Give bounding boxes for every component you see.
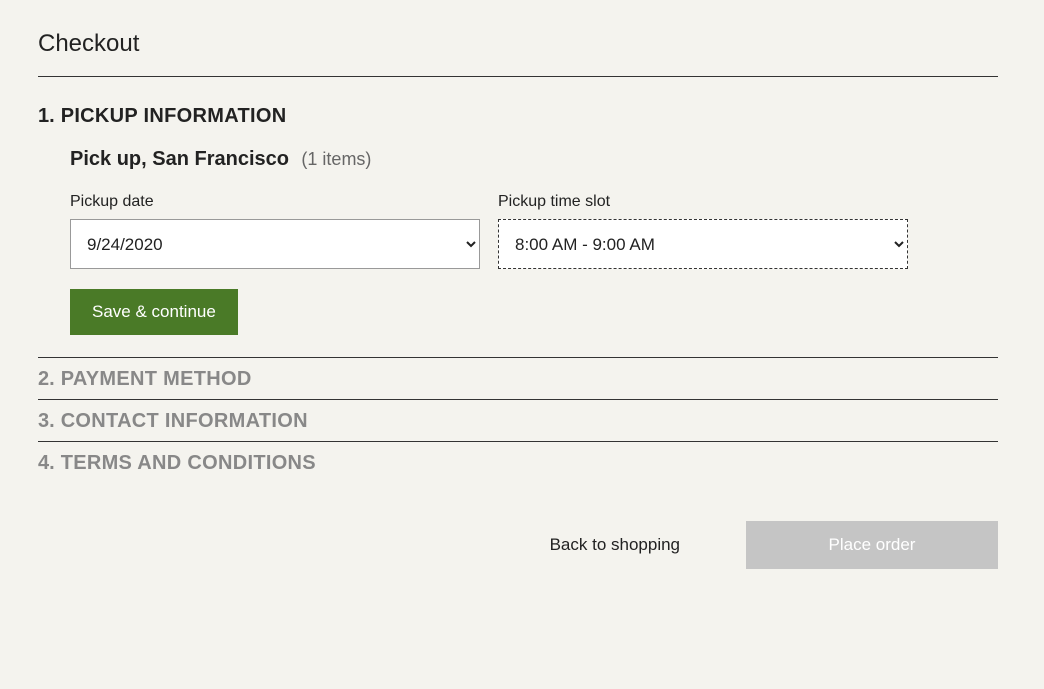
pickup-items-count: (1 items) <box>301 149 371 169</box>
pickup-slot-select[interactable]: 8:00 AM - 9:00 AM <box>498 219 908 269</box>
section-terms-title: TERMS AND CONDITIONS <box>61 452 316 475</box>
section-payment-header[interactable]: 2. PAYMENT METHOD <box>38 358 998 400</box>
section-payment-number: 2. <box>38 368 55 391</box>
section-terms: 4. TERMS AND CONDITIONS <box>38 442 998 483</box>
pickup-date-label: Pickup date <box>70 193 480 211</box>
section-pickup-header: 1. PICKUP INFORMATION <box>38 95 998 136</box>
pickup-location-label: Pick up, San Francisco <box>70 148 289 170</box>
section-pickup-title: PICKUP INFORMATION <box>61 105 287 128</box>
section-payment: 2. PAYMENT METHOD <box>38 358 998 400</box>
pickup-date-group: Pickup date 9/24/2020 <box>70 193 480 269</box>
checkout-container: Checkout 1. PICKUP INFORMATION Pick up, … <box>38 30 998 569</box>
section-contact-title: CONTACT INFORMATION <box>61 410 308 433</box>
pickup-slot-label: Pickup time slot <box>498 193 908 211</box>
footer-actions: Back to shopping Place order <box>38 521 998 569</box>
section-pickup-number: 1. <box>38 105 55 128</box>
pickup-location-row: Pick up, San Francisco (1 items) <box>70 148 998 171</box>
section-terms-number: 4. <box>38 452 55 475</box>
section-terms-header[interactable]: 4. TERMS AND CONDITIONS <box>38 442 998 483</box>
page-title: Checkout <box>38 30 998 77</box>
section-pickup: 1. PICKUP INFORMATION Pick up, San Franc… <box>38 95 998 358</box>
place-order-button[interactable]: Place order <box>746 521 998 569</box>
section-contact-number: 3. <box>38 410 55 433</box>
section-contact: 3. CONTACT INFORMATION <box>38 400 998 442</box>
pickup-form-row: Pickup date 9/24/2020 Pickup time slot 8… <box>70 193 998 269</box>
back-to-shopping-link[interactable]: Back to shopping <box>550 535 680 555</box>
save-continue-button[interactable]: Save & continue <box>70 289 238 335</box>
pickup-date-select[interactable]: 9/24/2020 <box>70 219 480 269</box>
section-payment-title: PAYMENT METHOD <box>61 368 252 391</box>
pickup-slot-group: Pickup time slot 8:00 AM - 9:00 AM <box>498 193 908 269</box>
section-contact-header[interactable]: 3. CONTACT INFORMATION <box>38 400 998 442</box>
section-pickup-body: Pick up, San Francisco (1 items) Pickup … <box>38 148 998 358</box>
